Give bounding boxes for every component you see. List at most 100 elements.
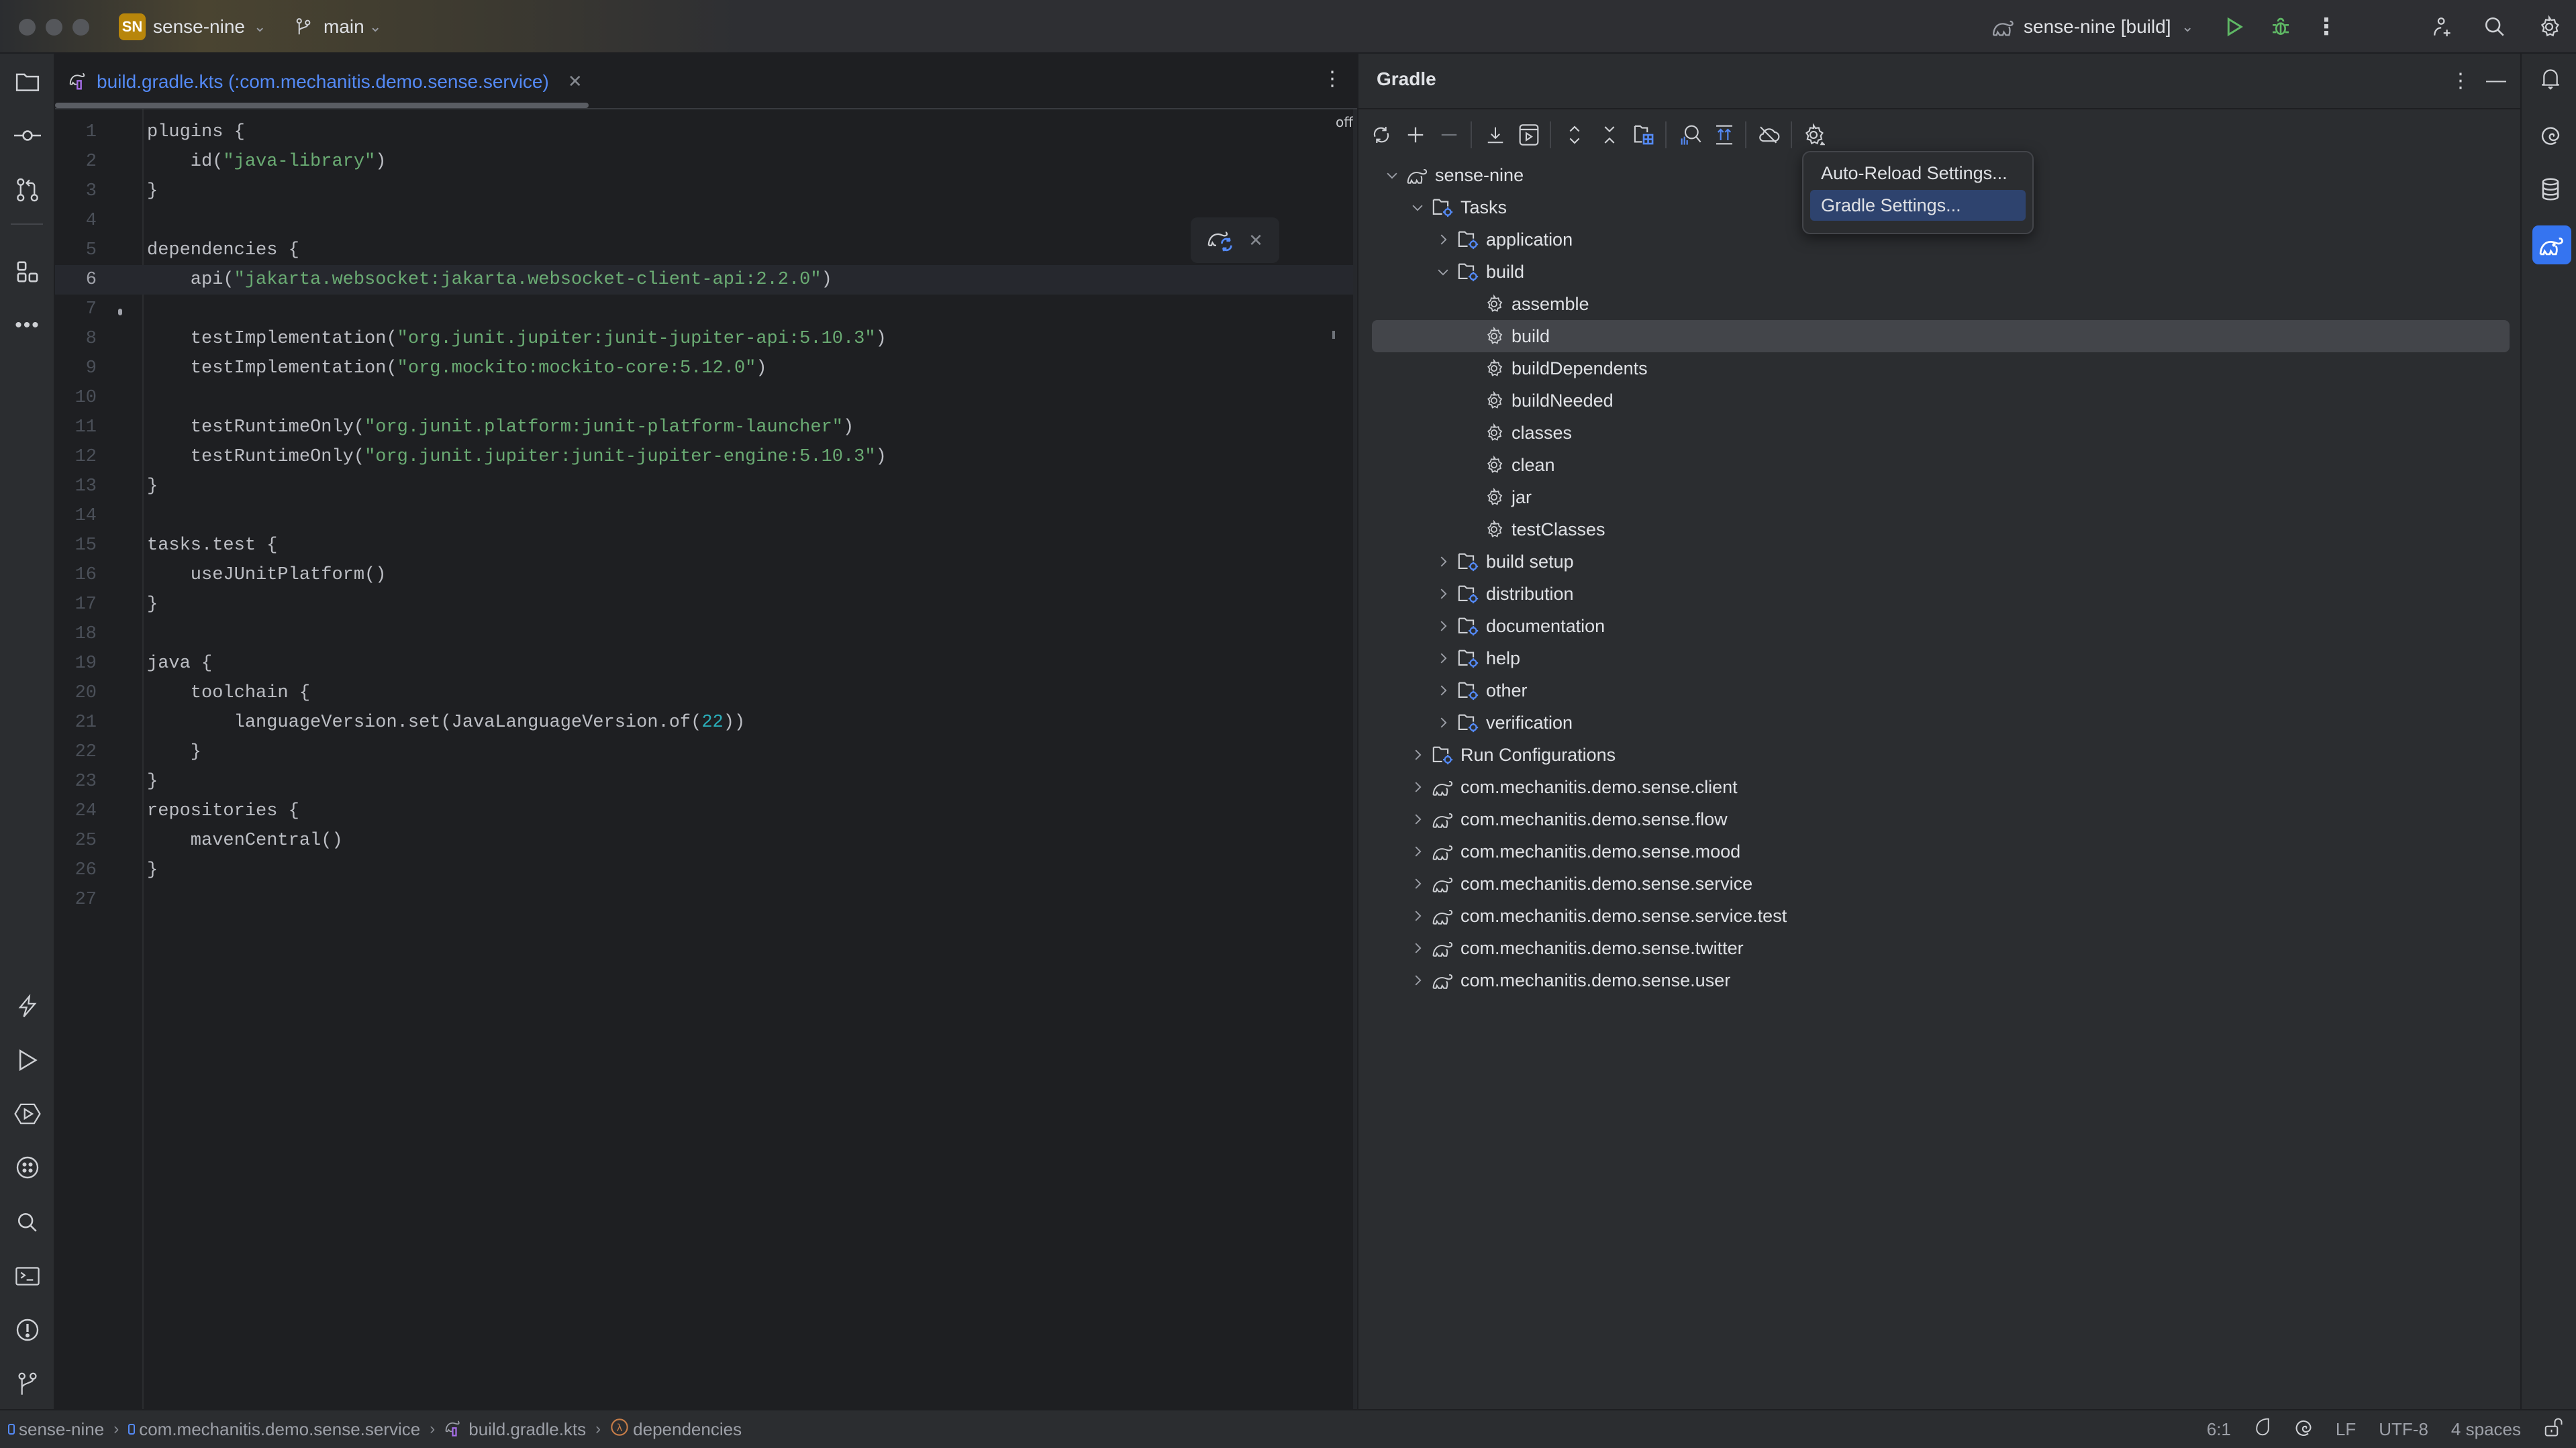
tree-node[interactable]: com.mechanitis.demo.sense.twitter: [1372, 932, 2510, 964]
more-tools-icon[interactable]: •••: [11, 309, 44, 342]
tree-node[interactable]: other: [1372, 674, 2510, 707]
breadcrumb-item[interactable]: sense-nine: [8, 1419, 104, 1440]
window-minimize-button[interactable]: [46, 19, 62, 36]
unlock-icon[interactable]: [2544, 1417, 2563, 1442]
tree-node[interactable]: build: [1372, 256, 2510, 288]
code-line[interactable]: 24 repositories {: [55, 796, 1357, 826]
code-line[interactable]: 25 mavenCentral(): [55, 826, 1357, 856]
chevron-down-icon[interactable]: [1380, 163, 1404, 187]
tree-node[interactable]: clean: [1372, 449, 2510, 481]
tree-node[interactable]: com.mechanitis.demo.sense.service: [1372, 868, 2510, 900]
chevron-right-icon[interactable]: [1405, 775, 1430, 799]
services-icon[interactable]: [11, 990, 44, 1023]
code-line[interactable]: 5 dependencies {: [55, 236, 1357, 265]
ai-assistant-icon[interactable]: [2294, 1418, 2313, 1441]
code-line[interactable]: 21 languageVersion.set(JavaLanguageVersi…: [55, 708, 1357, 737]
chevron-right-icon[interactable]: [1405, 743, 1430, 767]
tab-build-gradle-kts[interactable]: build.gradle.kts (:com.mechanitis.demo.s…: [68, 54, 583, 109]
chevron-right-icon[interactable]: [1431, 678, 1455, 703]
chevron-right-icon[interactable]: [1405, 904, 1430, 928]
chevron-down-icon[interactable]: [1405, 195, 1430, 219]
expand-all-icon[interactable]: [1560, 120, 1589, 150]
code-line[interactable]: 8 testImplementation("org.junit.jupiter:…: [55, 324, 1357, 354]
commit-icon[interactable]: [11, 119, 44, 152]
tree-node[interactable]: build: [1372, 320, 2510, 352]
code-line[interactable]: 12 testRuntimeOnly("org.junit.jupiter:ju…: [55, 442, 1357, 472]
add-icon[interactable]: [1401, 120, 1430, 150]
chevron-down-icon[interactable]: ⌄: [254, 13, 266, 40]
tree-node[interactable]: com.mechanitis.demo.sense.flow: [1372, 803, 2510, 835]
close-icon[interactable]: ✕: [1248, 230, 1263, 251]
debug-icon[interactable]: [2266, 12, 2295, 42]
settings-icon[interactable]: [2534, 12, 2564, 42]
tree-node[interactable]: build setup: [1372, 546, 2510, 578]
code-line[interactable]: 20 toolchain {: [55, 678, 1357, 708]
indent-setting[interactable]: 4 spaces: [2451, 1419, 2521, 1440]
tree-node[interactable]: buildDependents: [1372, 352, 2510, 384]
chevron-right-icon[interactable]: [1431, 550, 1455, 574]
services-deploy-icon[interactable]: [11, 1097, 44, 1131]
tree-node[interactable]: verification: [1372, 707, 2510, 739]
code-line[interactable]: 3}: [55, 176, 1357, 206]
code-line[interactable]: 10: [55, 383, 1357, 413]
find-icon[interactable]: [11, 1206, 44, 1239]
code-line[interactable]: 22 }: [55, 737, 1357, 767]
chevron-right-icon[interactable]: [1405, 968, 1430, 992]
code-line[interactable]: 14: [55, 501, 1357, 531]
caret-position[interactable]: 6:1: [2207, 1419, 2231, 1440]
chevron-right-icon[interactable]: [1431, 646, 1455, 670]
code-line[interactable]: 27: [55, 885, 1357, 915]
code-line[interactable]: 7: [55, 295, 1357, 324]
settings-icon[interactable]: [1799, 120, 1828, 150]
tree-node[interactable]: jar: [1372, 481, 2510, 513]
code-line[interactable]: 19 java {: [55, 649, 1357, 678]
close-icon[interactable]: ✕: [568, 71, 583, 92]
gradle-icon[interactable]: [2532, 225, 2571, 264]
line-separator[interactable]: LF: [2336, 1419, 2356, 1440]
add-user-icon[interactable]: [2428, 12, 2458, 42]
window-close-button[interactable]: [19, 19, 36, 36]
code-line[interactable]: 26}: [55, 856, 1357, 885]
reload-icon[interactable]: [1367, 120, 1396, 150]
search-icon[interactable]: [2480, 12, 2510, 42]
chevron-right-icon[interactable]: [1431, 582, 1455, 606]
project-folder-icon[interactable]: [11, 65, 44, 99]
menu-item-auto-reload-settings[interactable]: Auto-Reload Settings...: [1810, 158, 2026, 189]
tree-node[interactable]: com.mechanitis.demo.sense.client: [1372, 771, 2510, 803]
code-line[interactable]: 18: [55, 619, 1357, 649]
code-line[interactable]: 4: [55, 206, 1357, 236]
code-line[interactable]: 13}: [55, 472, 1357, 501]
pull-requests-icon[interactable]: [11, 173, 44, 207]
plugins-icon[interactable]: [11, 1151, 44, 1184]
code-line[interactable]: 16 useJUnitPlatform(): [55, 560, 1357, 590]
load-gradle-changes-icon[interactable]: [1207, 226, 1235, 255]
chevron-right-icon[interactable]: [1405, 936, 1430, 960]
file-encoding[interactable]: UTF-8: [2379, 1419, 2428, 1440]
tree-node[interactable]: com.mechanitis.demo.sense.service.test: [1372, 900, 2510, 932]
tree-node[interactable]: assemble: [1372, 288, 2510, 320]
breadcrumb-item[interactable]: build.gradle.kts: [444, 1417, 586, 1442]
tree-node[interactable]: distribution: [1372, 578, 2510, 610]
code-line[interactable]: 1 plugins {: [55, 117, 1357, 147]
menu-item-gradle-settings[interactable]: Gradle Settings...: [1810, 190, 2026, 221]
chevron-right-icon[interactable]: [1405, 839, 1430, 864]
run-config-selector[interactable]: sense-nine [build]: [2024, 13, 2171, 40]
chevron-down-icon[interactable]: ⌄: [2181, 13, 2193, 40]
code-line[interactable]: 15 tasks.test {: [55, 531, 1357, 560]
breadcrumb-item[interactable]: com.mechanitis.demo.sense.service: [128, 1419, 420, 1440]
group-modules-icon[interactable]: [1629, 120, 1658, 150]
remove-icon[interactable]: [1434, 120, 1464, 150]
run-task-icon[interactable]: [1514, 120, 1544, 150]
git-icon[interactable]: [11, 1367, 44, 1400]
tree-node[interactable]: Run Configurations: [1372, 739, 2510, 771]
chevron-right-icon[interactable]: [1431, 227, 1455, 252]
ai-assistant-icon[interactable]: [2532, 117, 2569, 153]
tree-node[interactable]: documentation: [1372, 610, 2510, 642]
chevron-right-icon[interactable]: [1431, 711, 1455, 735]
power-save-icon[interactable]: [2254, 1417, 2271, 1442]
chevron-right-icon[interactable]: [1431, 614, 1455, 638]
offline-mode-icon[interactable]: [1754, 120, 1784, 150]
tree-node[interactable]: buildNeeded: [1372, 384, 2510, 417]
chevron-down-icon[interactable]: [1431, 260, 1455, 284]
tree-node[interactable]: com.mechanitis.demo.sense.mood: [1372, 835, 2510, 868]
